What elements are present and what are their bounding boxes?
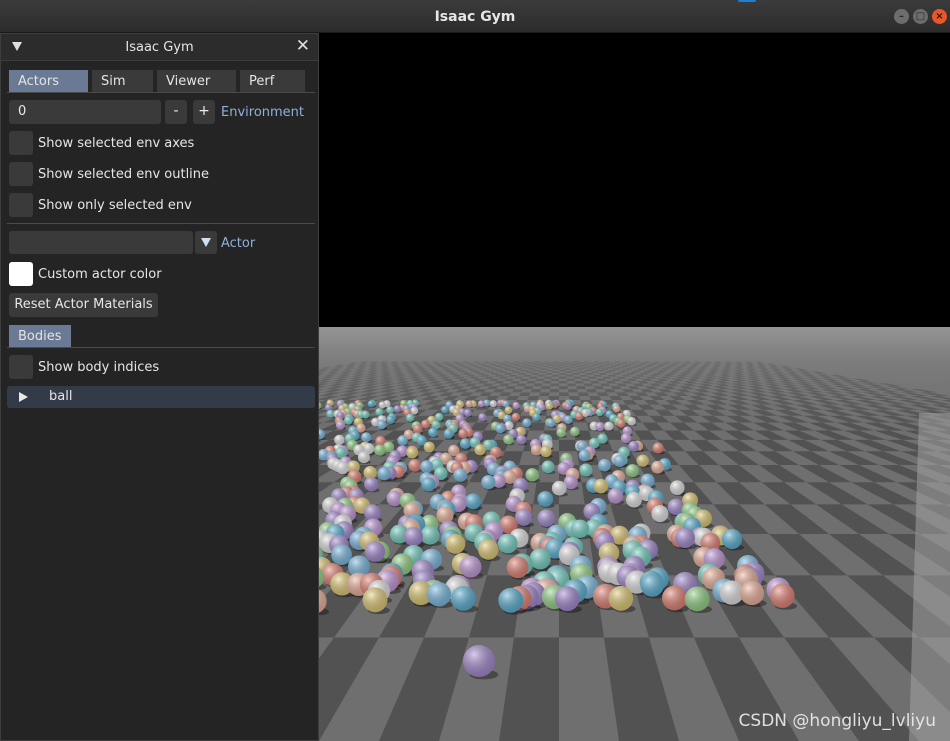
divider <box>7 92 315 93</box>
env-outline-checkbox[interactable] <box>9 162 33 186</box>
custom-color-label: Custom actor color <box>38 267 162 282</box>
close-button[interactable]: × <box>932 9 947 24</box>
window-title: Isaac Gym <box>434 9 516 25</box>
env-axes-label: Show selected env axes <box>38 136 195 151</box>
panel-title: Isaac Gym <box>125 40 194 55</box>
custom-color-checkbox[interactable] <box>9 262 33 286</box>
activity-indicator <box>738 0 756 2</box>
tab-viewer[interactable]: Viewer <box>157 70 236 92</box>
tab-actors[interactable]: Actors <box>9 70 88 92</box>
bodies-header[interactable]: Bodies <box>9 325 71 347</box>
panel-header: Isaac Gym ✕ <box>1 34 318 61</box>
env-axes-checkbox[interactable] <box>9 131 33 155</box>
reset-actor-materials-button[interactable]: Reset Actor Materials <box>9 293 158 317</box>
actor-select[interactable] <box>9 231 193 254</box>
maximize-button[interactable]: □ <box>913 9 928 24</box>
watermark: CSDN @hongliyu_lvliyu <box>738 711 936 731</box>
tab-sim[interactable]: Sim <box>92 70 153 92</box>
simulation-viewport[interactable] <box>319 33 950 741</box>
env-outline-label: Show selected env outline <box>38 167 210 182</box>
body-indices-label: Show body indices <box>38 360 160 375</box>
only-env-label: Show only selected env <box>38 198 192 213</box>
panel-close-icon[interactable]: ✕ <box>296 36 310 56</box>
scene-render <box>319 327 950 741</box>
environment-input[interactable]: 0 <box>9 100 161 124</box>
divider <box>7 223 315 224</box>
body-indices-checkbox[interactable] <box>9 355 33 379</box>
chevron-down-icon <box>201 238 211 247</box>
tab-perf[interactable]: Perf <box>240 70 305 92</box>
only-env-checkbox[interactable] <box>9 193 33 217</box>
window-titlebar: Isaac Gym – □ × <box>0 0 950 33</box>
environment-label: Environment <box>221 105 305 120</box>
environment-increment-button[interactable]: + <box>193 100 215 124</box>
isaac-gym-panel: Isaac Gym ✕ Actors Sim Viewer Perf 0 - +… <box>0 33 319 741</box>
expand-triangle-icon[interactable] <box>19 392 28 402</box>
actor-dropdown-button[interactable] <box>195 231 217 254</box>
actor-label: Actor <box>221 236 256 251</box>
environment-decrement-button[interactable]: - <box>165 100 187 124</box>
body-name: ball <box>49 389 73 404</box>
divider <box>7 347 315 348</box>
minimize-button[interactable]: – <box>894 9 909 24</box>
body-tree-item[interactable]: ball <box>7 386 315 408</box>
